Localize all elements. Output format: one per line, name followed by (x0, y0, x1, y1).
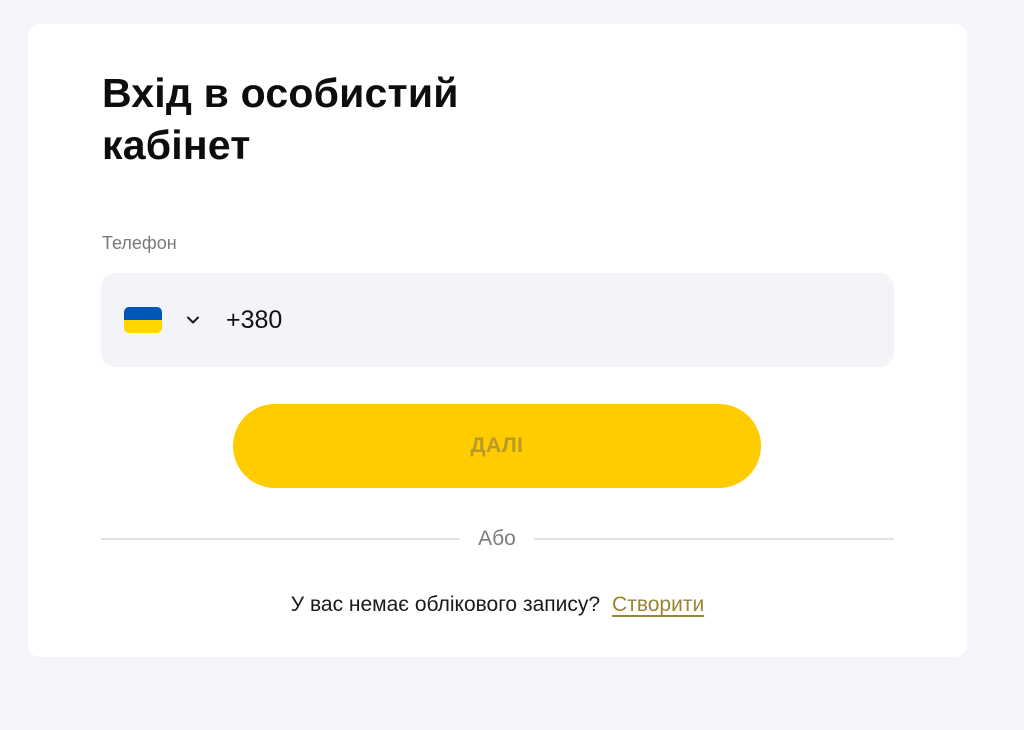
ukraine-flag-icon (124, 307, 162, 333)
page-title-line-1: Вхід в особистий (102, 70, 459, 116)
page-title-line-2: кабінет (102, 122, 251, 168)
phone-input[interactable] (226, 300, 846, 340)
flag-yellow-stripe (124, 320, 162, 333)
next-button[interactable]: ДАЛІ (233, 404, 761, 488)
or-divider: Або (101, 527, 894, 551)
phone-field (101, 273, 894, 367)
login-card: Вхід в особистий кабінет Телефон ДАЛІ Аб… (28, 24, 967, 657)
country-code-select[interactable] (124, 307, 204, 333)
chevron-down-icon (187, 316, 199, 324)
signup-row: У вас немає облікового запису? Створити (28, 592, 967, 618)
signup-link[interactable]: Створити (612, 593, 704, 616)
page-title: Вхід в особистий кабінет (102, 67, 459, 171)
divider-line-left (101, 538, 460, 540)
phone-label: Телефон (102, 233, 177, 253)
flag-blue-stripe (124, 307, 162, 320)
signup-prompt: У вас немає облікового запису? (290, 593, 601, 616)
divider-text: Або (478, 527, 516, 550)
divider-line-right (534, 538, 894, 540)
